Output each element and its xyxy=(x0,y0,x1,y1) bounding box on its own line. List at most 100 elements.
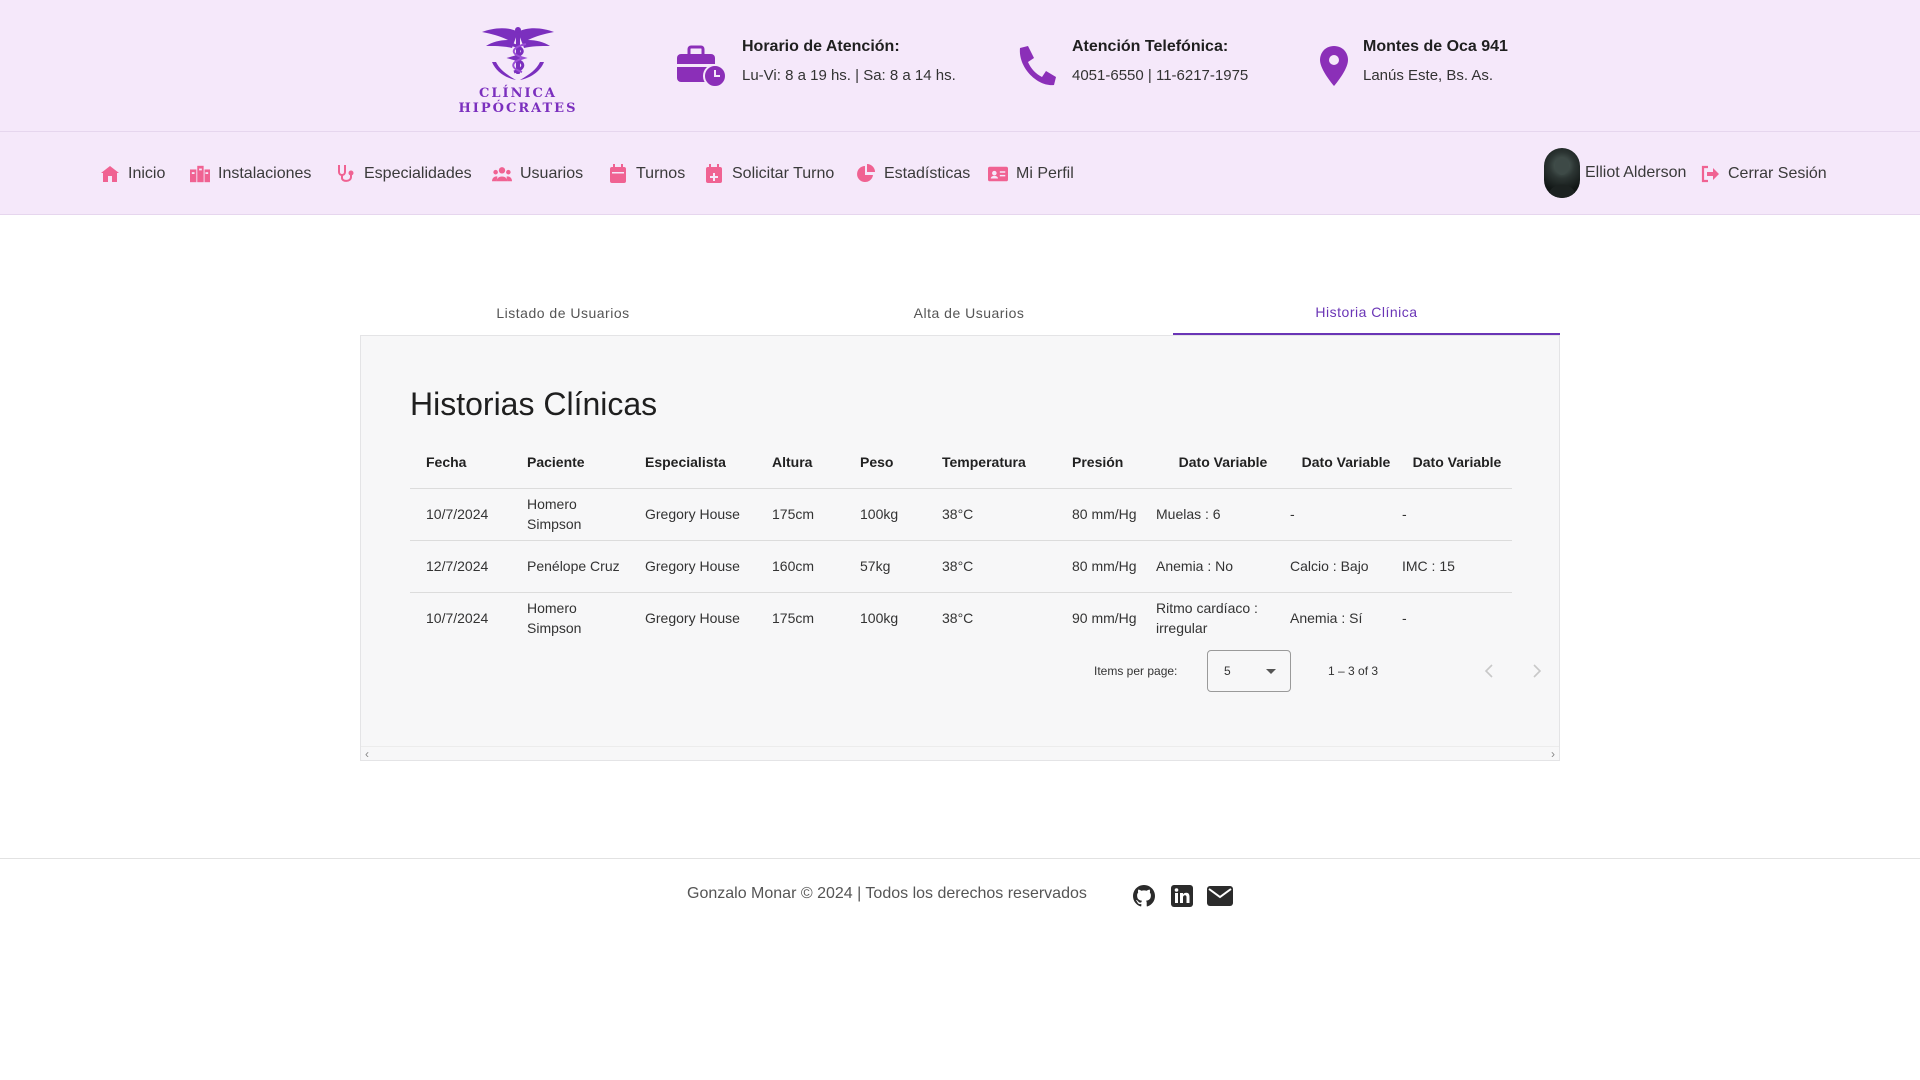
section-title: Historias Clínicas xyxy=(410,386,658,422)
hours-value: Lu-Vi: 8 a 19 hs. | Sa: 8 a 14 hs. xyxy=(742,67,956,84)
nav-item-estadisticas[interactable]: Estadísticas xyxy=(856,162,970,186)
cell-dato-variable: - xyxy=(1402,610,1407,627)
sign-out-icon xyxy=(1700,164,1720,184)
home-icon xyxy=(100,164,120,184)
nav-label: Solicitar Turno xyxy=(732,165,835,182)
col-dato-variable-3[interactable]: Dato Variable xyxy=(1402,436,1512,489)
address-info: Montes de Oca 941 Lanús Este, Bs. As. xyxy=(1318,36,1558,96)
nav-label: Inicio xyxy=(128,165,166,182)
cell-peso: 57kg xyxy=(844,540,926,593)
items-per-page-label: Items per page: xyxy=(1094,664,1178,678)
nav-item-instalaciones[interactable]: Instalaciones xyxy=(190,162,311,186)
address-value: Lanús Este, Bs. As. xyxy=(1363,67,1494,84)
horizontal-scrollbar[interactable]: ‹ › xyxy=(361,746,1559,761)
col-fecha[interactable]: Fecha xyxy=(410,436,511,489)
cell-paciente: Homero Simpson xyxy=(527,600,582,637)
stethoscope-icon xyxy=(336,164,356,184)
cell-dato-variable: Ritmo cardíaco : irregular xyxy=(1156,600,1258,637)
briefcase-clock-icon xyxy=(677,45,727,88)
caduceus-logo-icon xyxy=(482,27,554,80)
historias-card: Historias Clínicas Fecha Paciente Especi… xyxy=(360,335,1560,761)
scroll-left-icon[interactable]: ‹ xyxy=(365,747,369,761)
previous-page-button[interactable] xyxy=(1478,660,1500,682)
cell-dato-variable: - xyxy=(1290,488,1402,541)
cell-dato-variable: Muelas : 6 xyxy=(1156,488,1290,541)
cell-temperatura: 38°C xyxy=(942,610,974,627)
hospital-icon xyxy=(190,164,210,184)
cell-fecha: 10/7/2024 xyxy=(410,488,511,541)
cell-presion: 80 mm/Hg xyxy=(1056,540,1156,593)
avatar[interactable] xyxy=(1544,148,1580,198)
cell-altura: 160cm xyxy=(756,540,844,593)
nav-label: Turnos xyxy=(636,165,686,182)
nav-label: Instalaciones xyxy=(218,165,312,182)
table-row[interactable]: 12/7/2024 Penélope Cruz Gregory House 16… xyxy=(410,540,1512,593)
main-nav: Inicio Instalaciones Especialidades Usua… xyxy=(0,132,1920,215)
col-peso[interactable]: Peso xyxy=(844,436,926,489)
next-page-button[interactable] xyxy=(1526,660,1548,682)
paginator: Items per page: 5 1 – 3 of 3 xyxy=(410,650,1542,692)
phone-icon xyxy=(1019,46,1056,86)
table-row[interactable]: 10/7/2024 Homero Simpson Gregory House 1… xyxy=(410,592,1512,644)
clinic-logo[interactable]: CLÍNICA HIPÓCRATES xyxy=(426,26,610,116)
cell-dato-variable: IMC : 15 xyxy=(1402,540,1512,593)
chevron-right-icon xyxy=(1533,664,1542,678)
cell-dato-variable: Calcio : Bajo xyxy=(1290,540,1402,593)
col-paciente[interactable]: Paciente xyxy=(511,436,629,489)
cell-temperatura: 38°C xyxy=(926,540,1056,593)
hours-title: Horario de Atención: xyxy=(742,38,900,55)
footer-copyright: Gonzalo Monar © 2024 | Todos los derecho… xyxy=(687,885,1087,902)
nav-item-solicitar-turno[interactable]: Solicitar Turno xyxy=(704,162,834,186)
calendar-icon xyxy=(608,164,628,184)
envelope-icon[interactable] xyxy=(1207,883,1233,909)
cell-presion: 90 mm/Hg xyxy=(1072,610,1137,627)
logout-button[interactable]: Cerrar Sesión xyxy=(1700,162,1827,186)
table-header-row: Fecha Paciente Especialista Altura Peso … xyxy=(410,436,1512,489)
hours-info: Horario de Atención: Lu-Vi: 8 a 19 hs. |… xyxy=(675,36,975,96)
col-dato-variable-1[interactable]: Dato Variable xyxy=(1156,436,1290,489)
phone-title: Atención Telefónica: xyxy=(1072,38,1229,55)
logout-label: Cerrar Sesión xyxy=(1728,165,1827,182)
nav-item-especialidades[interactable]: Especialidades xyxy=(336,162,472,186)
tab-alta-usuarios[interactable]: Alta de Usuarios xyxy=(766,290,1172,335)
footer: Gonzalo Monar © 2024 | Todos los derecho… xyxy=(0,858,1920,1080)
cell-presion: 80 mm/Hg xyxy=(1056,488,1156,541)
nav-item-mi-perfil[interactable]: Mi Perfil xyxy=(988,162,1074,186)
cell-fecha: 12/7/2024 xyxy=(410,540,511,593)
page-range: 1 – 3 of 3 xyxy=(1328,664,1379,678)
cell-altura: 175cm xyxy=(772,610,815,627)
col-dato-variable-2[interactable]: Dato Variable xyxy=(1290,436,1402,489)
chevron-down-icon xyxy=(1266,669,1276,674)
col-especialista[interactable]: Especialista xyxy=(629,436,756,489)
col-presion[interactable]: Presión xyxy=(1056,436,1156,489)
cell-especialista: Gregory House xyxy=(629,540,756,593)
cell-dato-variable: - xyxy=(1402,488,1512,541)
nav-label: Estadísticas xyxy=(884,165,971,182)
scroll-right-icon[interactable]: › xyxy=(1551,747,1555,761)
user-name[interactable]: Elliot Alderson xyxy=(1585,164,1686,182)
cell-dato-variable: Anemia : No xyxy=(1156,540,1290,593)
cell-altura: 175cm xyxy=(756,488,844,541)
cell-especialista: Gregory House xyxy=(629,488,756,541)
nav-item-turnos[interactable]: Turnos xyxy=(608,162,685,186)
top-header: CLÍNICA HIPÓCRATES Horario de Atención: … xyxy=(0,0,1920,132)
id-card-icon xyxy=(988,164,1008,184)
cell-temperatura: 38°C xyxy=(926,488,1056,541)
phone-value: 4051-6550 | 11-6217-1975 xyxy=(1072,67,1249,84)
tab-listado-usuarios[interactable]: Listado de Usuarios xyxy=(360,290,766,335)
table-row[interactable]: 10/7/2024 Homero Simpson Gregory House 1… xyxy=(410,488,1512,541)
github-icon[interactable] xyxy=(1131,883,1157,909)
calendar-plus-icon xyxy=(704,164,724,184)
page-size-value: 5 xyxy=(1224,664,1231,678)
nav-label: Especialidades xyxy=(364,165,472,182)
page-size-select[interactable]: 5 xyxy=(1207,650,1291,692)
col-altura[interactable]: Altura xyxy=(756,436,844,489)
tab-historia-clinica[interactable]: Historia Clínica xyxy=(1173,290,1560,335)
nav-item-usuarios[interactable]: Usuarios xyxy=(492,162,583,186)
linkedin-icon[interactable] xyxy=(1169,883,1195,909)
nav-label: Mi Perfil xyxy=(1016,165,1074,182)
col-temperatura[interactable]: Temperatura xyxy=(926,436,1056,489)
phone-info: Atención Telefónica: 4051-6550 | 11-6217… xyxy=(1014,36,1294,96)
cell-especialista: Gregory House xyxy=(645,610,740,627)
nav-item-inicio[interactable]: Inicio xyxy=(100,162,165,186)
